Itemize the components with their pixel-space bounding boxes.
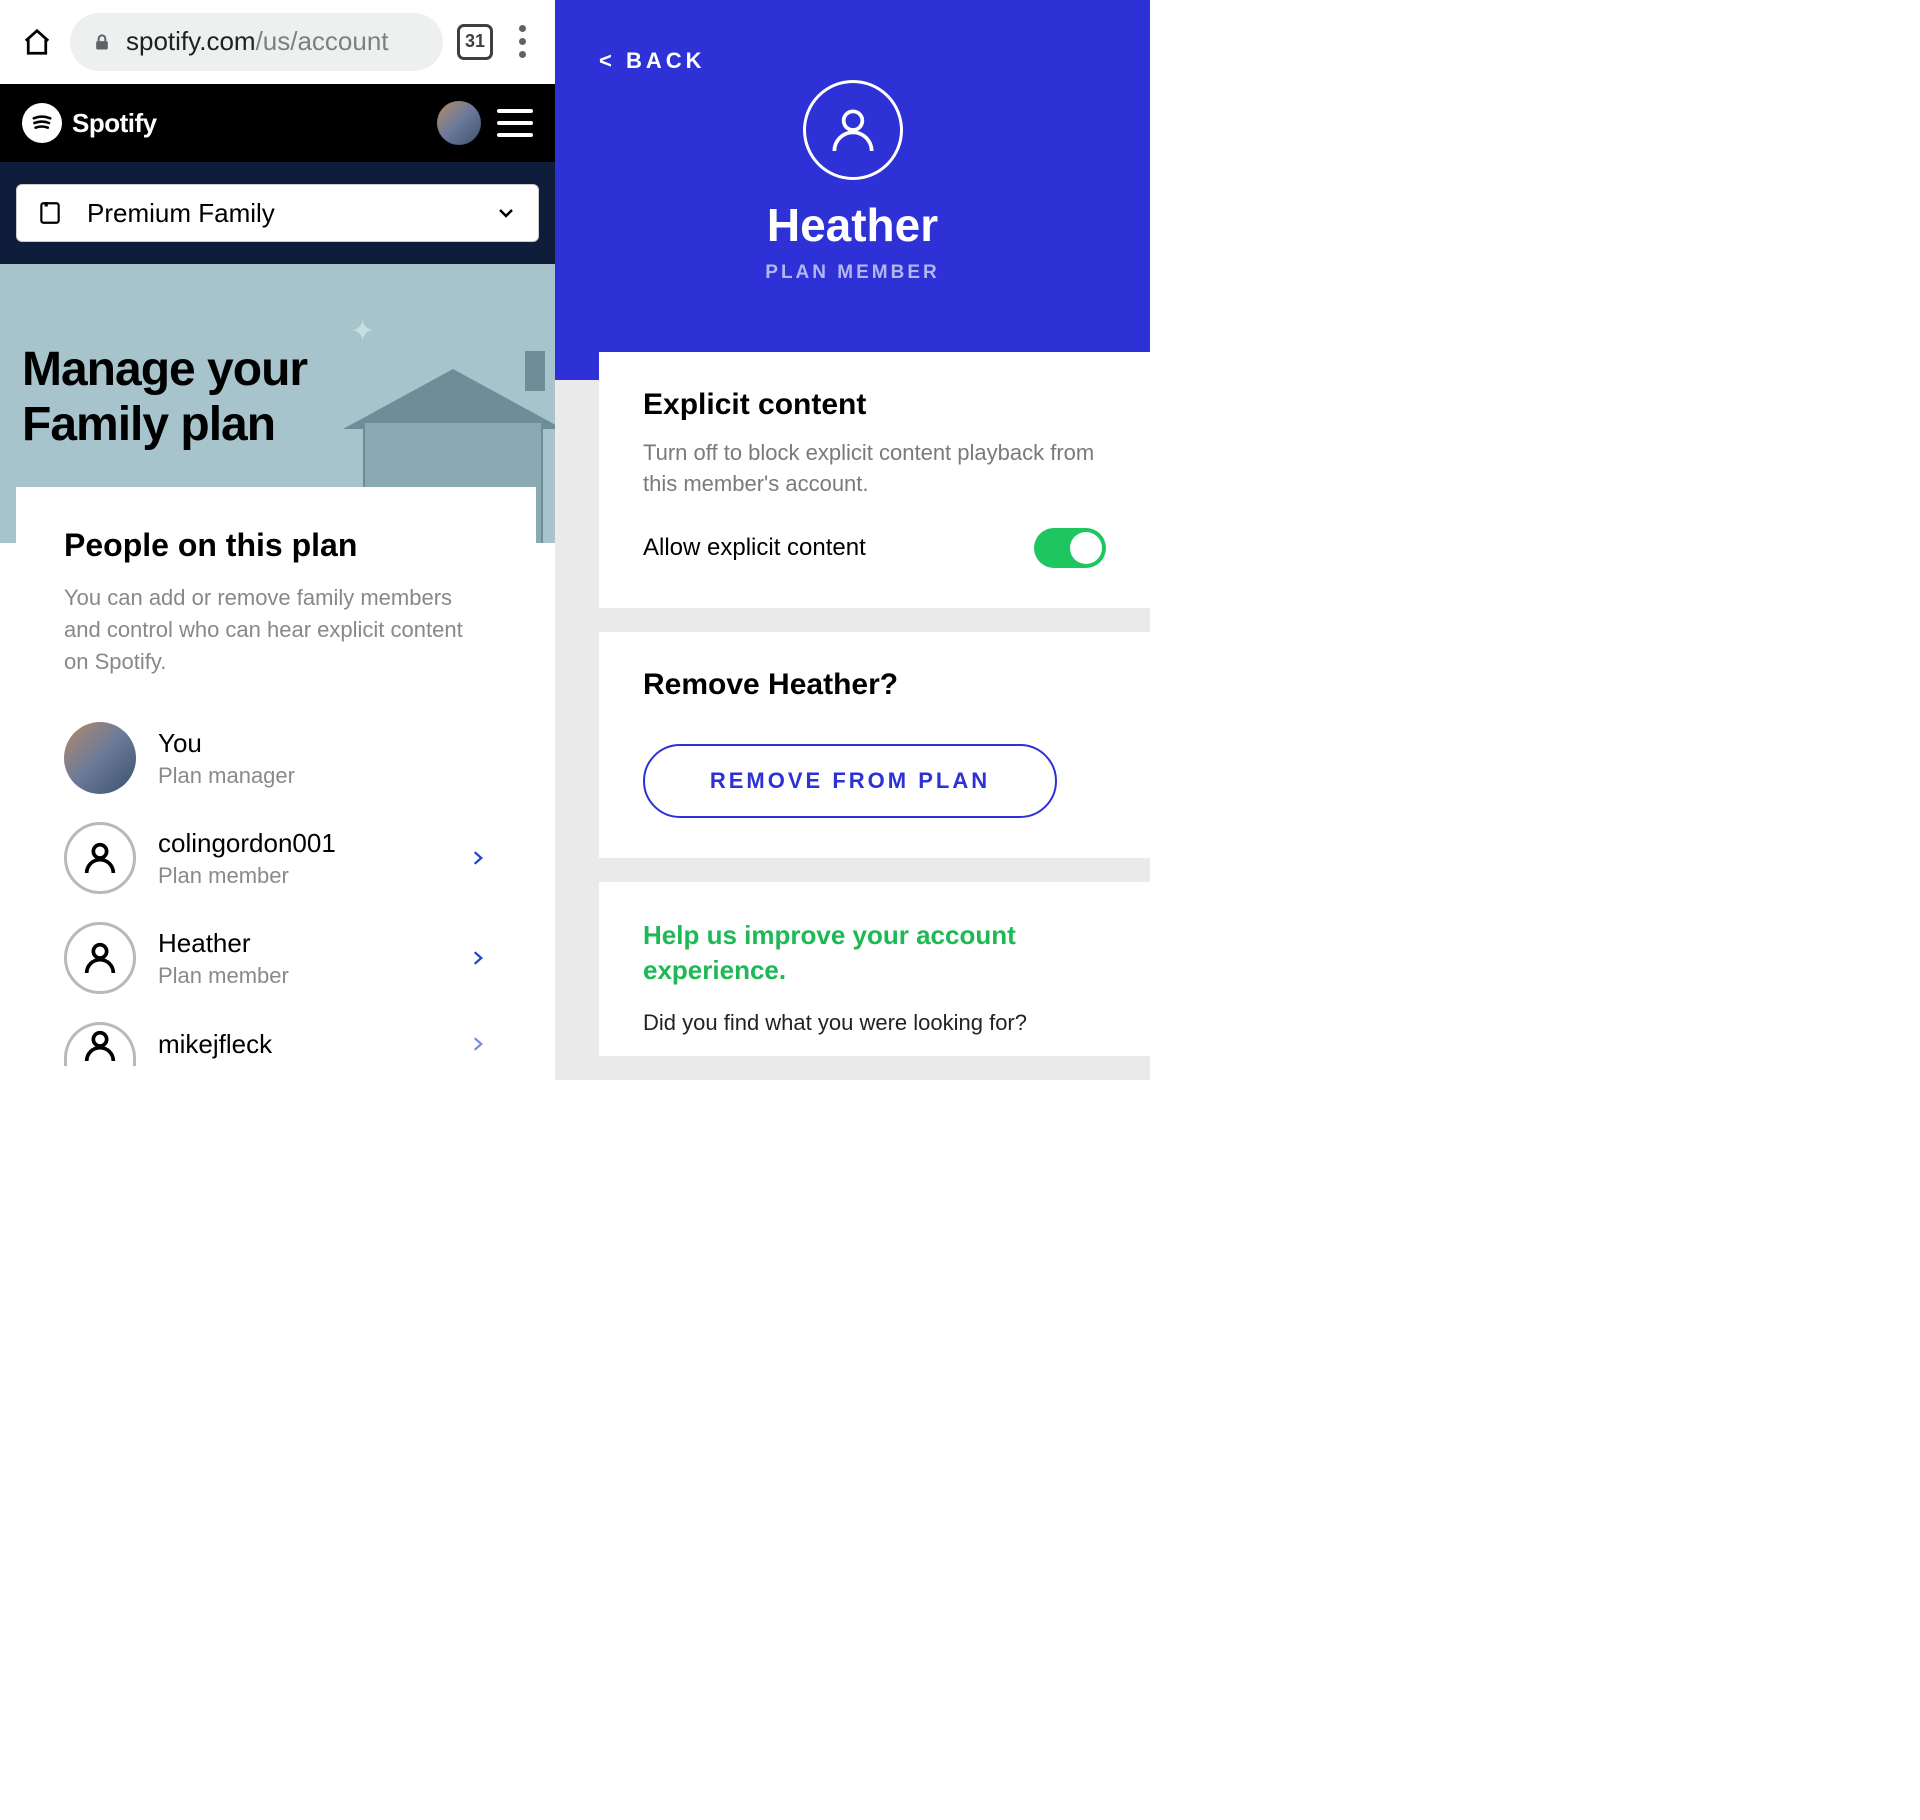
chevron-right-icon [468, 844, 488, 872]
back-link[interactable]: < BACK [599, 48, 706, 73]
member-name: mikejfleck [158, 1029, 446, 1060]
member-role: Plan member [158, 963, 446, 989]
plan-selector[interactable]: Premium Family [16, 184, 539, 242]
url-text: spotify.com/us/account [126, 26, 389, 57]
menu-button[interactable] [497, 109, 533, 137]
member-row[interactable]: mikejfleck [64, 1008, 488, 1080]
explicit-toggle[interactable] [1034, 528, 1106, 568]
chevron-right-icon [468, 944, 488, 972]
remove-member-card: Remove Heather? REMOVE FROM PLAN [599, 632, 1150, 858]
people-title: People on this plan [64, 527, 488, 564]
chevron-right-icon [468, 1030, 488, 1058]
browser-chrome: spotify.com/us/account 31 [0, 0, 555, 84]
profile-avatar[interactable] [437, 101, 481, 145]
member-row-you[interactable]: You Plan manager [64, 708, 488, 808]
plan-selector-strip: Premium Family [0, 162, 555, 264]
url-bar[interactable]: spotify.com/us/account [70, 13, 443, 71]
avatar-placeholder-icon [64, 822, 136, 894]
member-hero: < BACK Heather PLAN MEMBER [555, 0, 1150, 380]
feedback-card: Help us improve your account experience.… [599, 882, 1150, 1056]
people-card: People on this plan You can add or remov… [16, 487, 536, 1080]
spotify-logo-text: Spotify [72, 108, 157, 139]
lock-icon [92, 31, 112, 53]
explicit-content-card: Explicit content Turn off to block expli… [599, 352, 1150, 608]
banner-title: Manage your Family plan [22, 342, 307, 452]
spotify-header: Spotify [0, 84, 555, 162]
explicit-description: Turn off to block explicit content playb… [643, 438, 1106, 500]
explicit-toggle-label: Allow explicit content [643, 534, 1034, 562]
plan-icon [37, 200, 63, 226]
member-role: Plan manager [158, 763, 488, 789]
avatar-placeholder-icon [64, 922, 136, 994]
spotify-logo[interactable]: Spotify [22, 103, 157, 143]
browser-overflow-menu[interactable] [507, 22, 537, 62]
avatar-placeholder-icon [803, 80, 903, 180]
avatar-placeholder-icon [64, 1022, 136, 1066]
member-role: Plan member [158, 863, 446, 889]
member-detail-role: PLAN MEMBER [599, 262, 1106, 284]
member-detail-name: Heather [599, 198, 1106, 252]
people-description: You can add or remove family members and… [64, 582, 488, 678]
avatar [64, 722, 136, 794]
left-screen: spotify.com/us/account 31 Spotify Premiu… [0, 0, 555, 1080]
plan-label: Premium Family [87, 198, 275, 229]
member-name: colingordon001 [158, 828, 446, 859]
feedback-question: Did you find what you were looking for? [643, 1010, 1106, 1036]
chevron-down-icon [494, 201, 518, 225]
member-name: Heather [158, 928, 446, 959]
feedback-title: Help us improve your account experience. [643, 918, 1106, 988]
member-row[interactable]: colingordon001 Plan member [64, 808, 488, 908]
spotify-icon [22, 103, 62, 143]
member-row[interactable]: Heather Plan member [64, 908, 488, 1008]
right-screen: < BACK Heather PLAN MEMBER Explicit cont… [555, 0, 1150, 1080]
remove-title: Remove Heather? [643, 668, 1106, 702]
explicit-title: Explicit content [643, 388, 1106, 422]
tab-switcher[interactable]: 31 [457, 24, 493, 60]
browser-home-button[interactable] [18, 23, 56, 61]
remove-from-plan-button[interactable]: REMOVE FROM PLAN [643, 744, 1057, 818]
member-name: You [158, 728, 488, 759]
home-icon [22, 27, 52, 57]
